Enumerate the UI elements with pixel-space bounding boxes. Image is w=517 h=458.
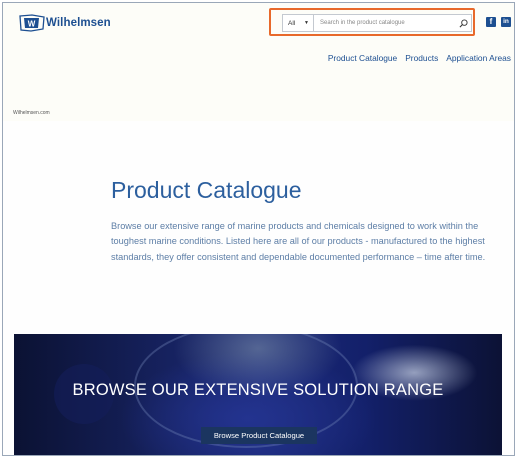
hero-banner: BROWSE OUR EXTENSIVE SOLUTION RANGE Brow…: [14, 334, 502, 455]
chevron-down-icon: ▼: [304, 20, 309, 26]
facebook-icon[interactable]: f: [486, 17, 496, 27]
wilhelmsen-logo-icon: W: [19, 14, 45, 32]
linkedin-icon[interactable]: in: [501, 17, 511, 27]
main-nav: Product Catalogue Products Application A…: [328, 53, 511, 63]
nav-item-application-areas[interactable]: Application Areas: [446, 53, 511, 63]
search-category-value: All: [288, 19, 296, 27]
search-category-select[interactable]: All ▼: [283, 15, 314, 31]
nav-item-product-catalogue[interactable]: Product Catalogue: [328, 53, 397, 63]
search-icon: [459, 18, 468, 27]
page-title: Product Catalogue: [111, 177, 302, 203]
logo[interactable]: W Wilhelmsen: [19, 12, 111, 34]
site-header: W Wilhelmsen All ▼ Search in the product…: [3, 3, 514, 121]
browse-catalogue-button[interactable]: Browse Product Catalogue: [201, 427, 317, 444]
nav-item-products[interactable]: Products: [405, 53, 438, 63]
search-button[interactable]: [455, 15, 471, 31]
banner-heading: BROWSE OUR EXTENSIVE SOLUTION RANGE: [72, 381, 444, 399]
svg-text:W: W: [28, 19, 36, 28]
browser-page: W Wilhelmsen All ▼ Search in the product…: [2, 2, 515, 456]
search-bar: All ▼ Search in the product catalogue: [282, 14, 472, 32]
page-description: Browse our extensive range of marine pro…: [111, 221, 486, 262]
search-input[interactable]: Search in the product catalogue: [314, 20, 455, 26]
breadcrumb[interactable]: Wilhelmsen.com: [13, 110, 50, 116]
logo-text: Wilhelmsen: [46, 17, 111, 29]
